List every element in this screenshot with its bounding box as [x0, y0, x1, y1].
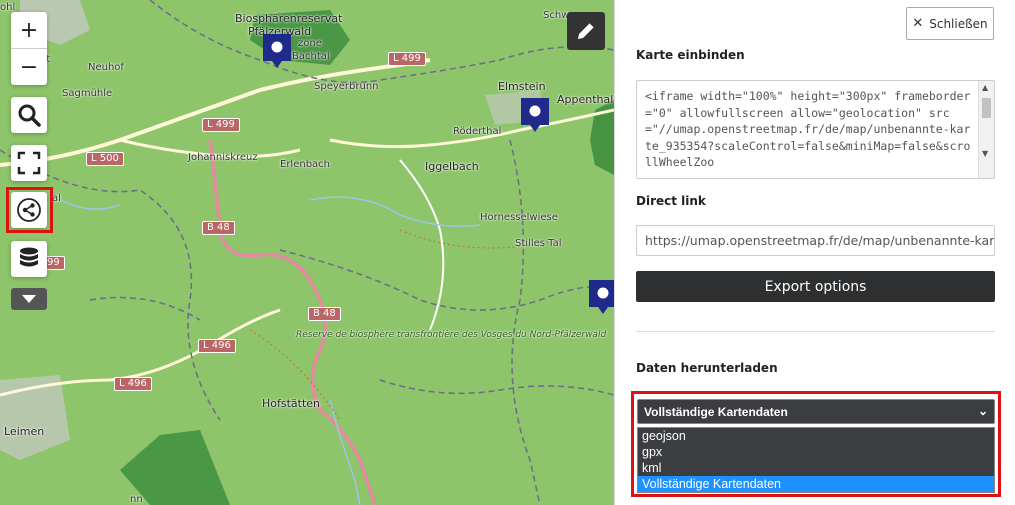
close-button[interactable]: ✕ Schließen: [906, 7, 994, 40]
place-label: nn: [130, 494, 143, 505]
road-label: L 500: [86, 152, 124, 166]
road-label: L 499: [388, 52, 426, 66]
road-label: L 499: [202, 118, 240, 132]
place-label: Iggelbach: [425, 160, 479, 173]
place-label: Elmstein: [498, 80, 546, 93]
scroll-thumb[interactable]: [982, 98, 991, 118]
place-label: zone: [298, 38, 322, 49]
zoom-in-button[interactable]: +: [11, 12, 47, 48]
place-label: Biosphärenreservat: [235, 12, 343, 25]
option-full-map-data[interactable]: Vollständige Kartendaten: [638, 476, 994, 492]
close-label: Schließen: [929, 16, 988, 31]
close-icon: ✕: [912, 16, 924, 31]
place-label: Stilles Tal: [515, 238, 562, 249]
share-panel: ✕ Schließen Karte einbinden <iframe widt…: [614, 0, 1015, 505]
download-heading: Daten herunterladen: [636, 361, 778, 375]
download-select-value: Vollständige Kartendaten: [644, 404, 788, 419]
edit-map-button[interactable]: [567, 12, 605, 50]
zoom-control: + −: [11, 12, 47, 85]
option-geojson[interactable]: geojson: [638, 428, 994, 444]
database-icon: [20, 247, 38, 267]
zoom-out-button[interactable]: −: [11, 48, 47, 85]
divider: [636, 331, 995, 332]
reserve-label: Réserve de biosphère transfrontière des …: [296, 330, 607, 340]
search-icon: [18, 104, 41, 127]
fullscreen-button[interactable]: [11, 145, 47, 181]
place-label: Hornesselwiese: [480, 212, 558, 223]
map-tiles: [0, 0, 614, 505]
place-label: Appenthal: [557, 93, 614, 106]
road-label: L 496: [198, 339, 236, 353]
scroll-up-icon[interactable]: ▲: [982, 83, 988, 92]
place-label: Sagmühle: [62, 88, 113, 99]
direct-link-field[interactable]: https://umap.openstreetmap.fr/de/map/unb…: [636, 225, 995, 256]
chevron-down-icon: ⌄: [977, 404, 988, 418]
download-options-list: geojson gpx kml Vollständige Kartendaten: [637, 427, 995, 493]
option-gpx[interactable]: gpx: [638, 444, 994, 460]
option-kml[interactable]: kml: [638, 460, 994, 476]
scroll-down-icon[interactable]: ▼: [982, 149, 988, 158]
road-label: B 48: [308, 307, 341, 321]
embed-scrollbar[interactable]: ▲ ▼: [978, 81, 994, 178]
download-select-highlight: Vollständige Kartendaten ⌄ geojson gpx k…: [631, 391, 1001, 497]
download-format-select[interactable]: Vollständige Kartendaten ⌄: [637, 399, 995, 424]
map-marker-icon[interactable]: [262, 33, 292, 69]
more-controls-button[interactable]: [11, 288, 47, 310]
data-layers-button[interactable]: [11, 241, 47, 277]
export-options-button[interactable]: Export options: [636, 271, 995, 302]
direct-link-heading: Direct link: [636, 194, 706, 208]
map-marker-icon[interactable]: [588, 279, 614, 315]
chevron-down-icon: [22, 295, 36, 303]
map-canvas[interactable]: Biosphärenreservat Pfälzerwald zone Bach…: [0, 0, 614, 505]
place-label: Neuhof: [88, 62, 124, 73]
place-label: Leimen: [4, 425, 45, 438]
place-label: Schw: [543, 10, 570, 21]
road-label: L 496: [114, 377, 152, 391]
place-label: al: [52, 193, 61, 204]
pencil-icon: [578, 22, 595, 39]
place-label: Hofstätten: [262, 397, 321, 410]
road-label: B 48: [202, 221, 235, 235]
place-label: Johanniskreuz: [188, 152, 258, 163]
place-label: Speyerbrunn: [314, 81, 379, 92]
embed-heading: Karte einbinden: [636, 48, 745, 62]
embed-code-textarea[interactable]: <iframe width="100%" height="300px" fram…: [636, 80, 995, 179]
place-label: Erlenbach: [280, 159, 331, 170]
search-button[interactable]: [11, 97, 47, 133]
share-button-highlight: [6, 187, 53, 233]
fullscreen-icon: [17, 151, 41, 175]
place-label: Röderthal: [453, 126, 502, 137]
place-label: Bachtal: [292, 51, 330, 62]
map-marker-icon[interactable]: [520, 97, 550, 133]
embed-code-text: <iframe width="100%" height="300px" fram…: [645, 89, 971, 169]
